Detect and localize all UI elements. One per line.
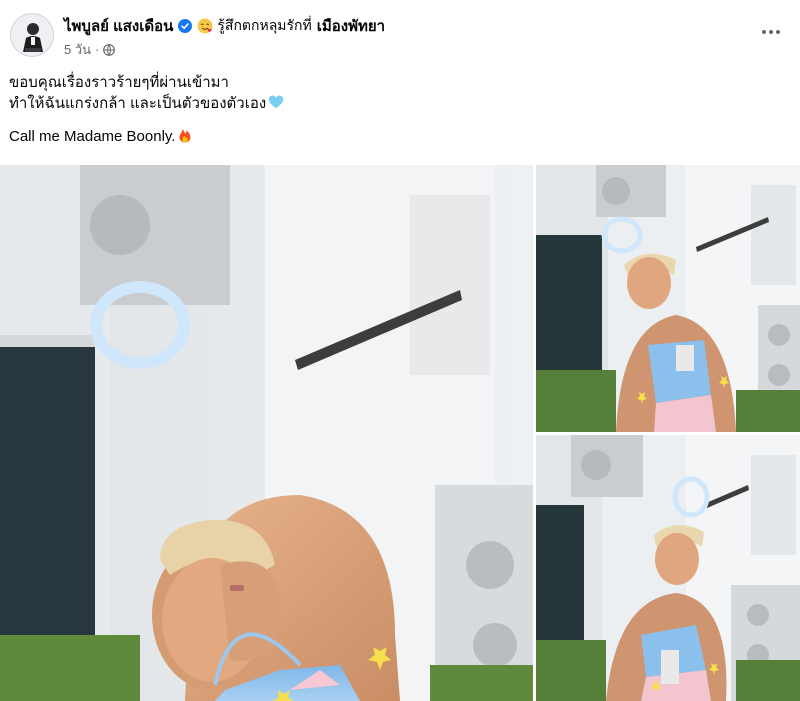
more-options-icon (762, 30, 766, 34)
fire-icon (177, 127, 193, 143)
more-options-icon (769, 30, 773, 34)
post-meta: 5 วัน · (64, 39, 116, 60)
in-love-face-emoji-icon (197, 18, 213, 34)
feeling-text: รู้สึกตกหลุมรักที่ (217, 17, 312, 33)
post-header: ไพบูลย์ แสงเดือน รู้สึกตกหลุมรักที่ เมือ… (0, 0, 800, 66)
post-line-1: ขอบคุณเรื่องราวร้ายๆที่ผ่านเข้ามา (9, 74, 229, 91)
post-tagline: Call me Madame Boonly. (9, 126, 789, 147)
location-link[interactable]: เมืองพัทยา (317, 14, 385, 38)
author-avatar[interactable] (10, 13, 54, 57)
secondary-photo-2[interactable] (536, 435, 800, 701)
photo-grid (0, 165, 800, 701)
post-line-2: ทำให้ฉันแกร่งกล้า และเป็นตัวของตัวเอง (9, 93, 789, 114)
light-blue-heart-icon (268, 94, 284, 110)
verified-badge-icon (178, 19, 193, 33)
more-options-button[interactable] (758, 22, 784, 42)
secondary-photo-1[interactable] (536, 165, 800, 432)
author-name[interactable]: ไพบูลย์ แสงเดือน (64, 14, 173, 38)
main-photo[interactable] (0, 165, 533, 701)
post-body: ขอบคุณเรื่องราวร้ายๆที่ผ่านเข้ามา ทำให้ฉ… (9, 72, 789, 147)
meta-separator: · (95, 42, 100, 57)
globe-icon[interactable] (103, 43, 116, 56)
author-line: ไพบูลย์ แสงเดือน รู้สึกตกหลุมรักที่ เมือ… (64, 14, 385, 38)
post-timestamp[interactable]: 5 วัน (64, 39, 91, 60)
more-options-icon (776, 30, 780, 34)
